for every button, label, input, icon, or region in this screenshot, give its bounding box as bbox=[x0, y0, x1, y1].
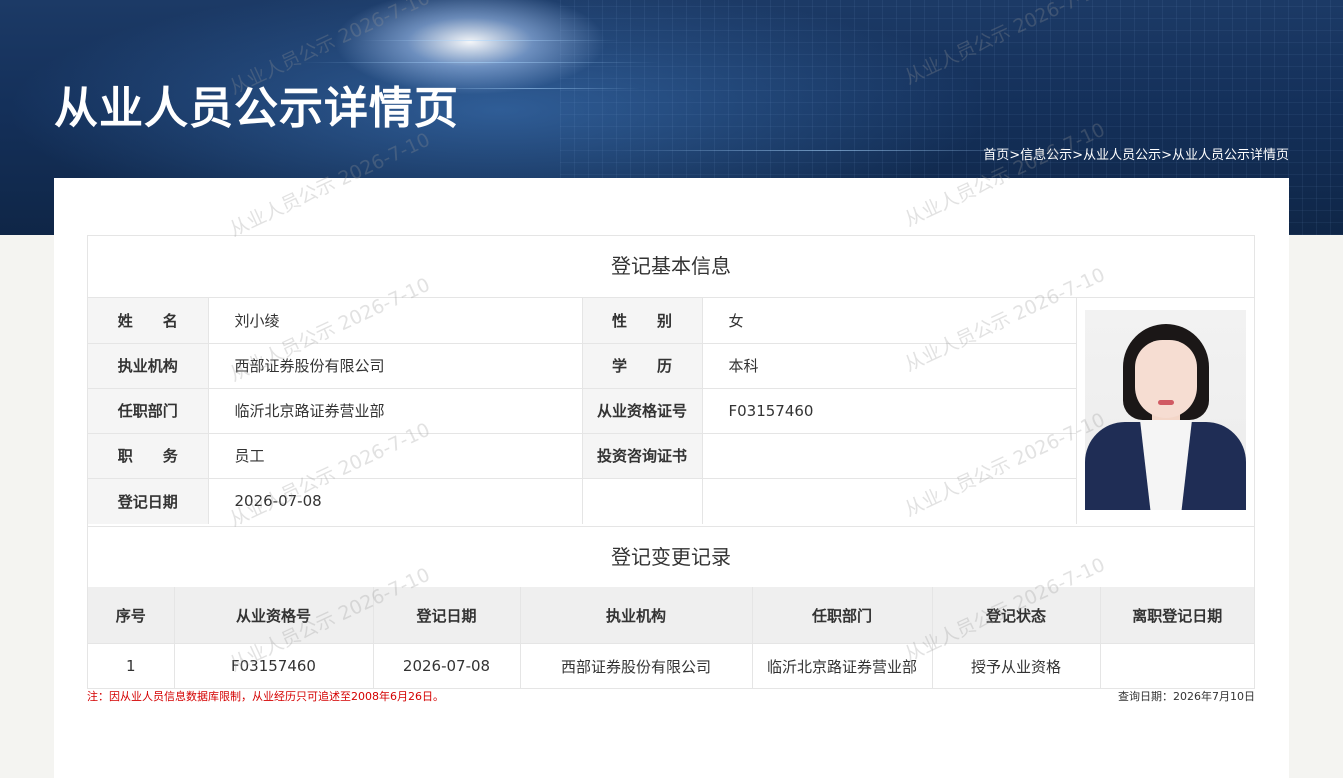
basic-info-row: 姓 名 刘小绫 性 别 女 bbox=[88, 298, 1077, 344]
column-header-institution: 执业机构 bbox=[520, 587, 753, 644]
photo-lips bbox=[1158, 400, 1174, 405]
value-institution: 西部证券股份有限公司 bbox=[208, 343, 583, 389]
basic-info-row: 登记日期 2026-07-08 bbox=[88, 478, 1077, 524]
label-advisory-certificate: 投资咨询证书 bbox=[582, 433, 703, 479]
banner-light-streak bbox=[300, 62, 660, 63]
empty-label-cell bbox=[582, 478, 703, 524]
basic-info-table: 姓 名 刘小绫 性 别 女 执业机构 西部证券股份有限公司 学 历 本科 任职部… bbox=[88, 298, 1077, 524]
cell-index: 1 bbox=[88, 643, 175, 688]
label-registration-date: 登记日期 bbox=[88, 478, 209, 524]
photo-cell bbox=[1076, 298, 1254, 526]
basic-info-row: 执业机构 西部证券股份有限公司 学 历 本科 bbox=[88, 343, 1077, 389]
column-header-department: 任职部门 bbox=[752, 587, 933, 644]
info-panel: 登记基本信息 姓 名 刘小绫 性 别 女 执业机构 西部证券股份有限公司 学 历… bbox=[87, 235, 1255, 689]
value-education: 本科 bbox=[702, 343, 1077, 389]
banner-light-streak bbox=[360, 40, 620, 41]
cell-registration-date: 2026-07-08 bbox=[373, 643, 521, 688]
basic-info-title: 登记基本信息 bbox=[88, 236, 1254, 298]
breadcrumb-practitioner-disclosure[interactable]: 从业人员公示 bbox=[1083, 148, 1161, 163]
value-name: 刘小绫 bbox=[208, 298, 583, 344]
query-date: 查询日期：2026年7月10日 bbox=[1118, 690, 1255, 703]
cell-leave-date bbox=[1100, 644, 1254, 689]
basic-info-row: 职 务 员工 投资咨询证书 bbox=[88, 433, 1077, 479]
cell-qualification-number: F03157460 bbox=[174, 643, 374, 688]
column-header-leave-date: 离职登记日期 bbox=[1100, 587, 1254, 644]
breadcrumb-current: 从业人员公示详情页 bbox=[1171, 148, 1289, 163]
column-header-index: 序号 bbox=[88, 587, 175, 644]
change-records-table: 序号 从业资格号 登记日期 执业机构 任职部门 登记状态 离职登记日期 1 F0… bbox=[88, 587, 1254, 688]
value-advisory-certificate bbox=[702, 433, 1077, 479]
breadcrumb: 首页>信息公示>从业人员公示>从业人员公示详情页 bbox=[983, 144, 1289, 163]
cell-institution: 西部证券股份有限公司 bbox=[520, 643, 753, 688]
history-limit-note: 注：因从业人员信息数据库限制，从业经历只可追述至2008年6月26日。 bbox=[87, 690, 444, 703]
table-header-row: 序号 从业资格号 登记日期 执业机构 任职部门 登记状态 离职登记日期 bbox=[88, 587, 1254, 644]
breadcrumb-home[interactable]: 首页 bbox=[983, 148, 1009, 163]
banner-light-streak bbox=[620, 150, 1040, 151]
column-header-qualification-number: 从业资格号 bbox=[174, 587, 374, 644]
label-education: 学 历 bbox=[582, 343, 703, 389]
label-qualification-number: 从业资格证号 bbox=[582, 388, 703, 434]
label-position: 职 务 bbox=[88, 433, 209, 479]
breadcrumb-separator: > bbox=[1072, 148, 1084, 163]
page-title: 从业人员公示详情页 bbox=[54, 83, 459, 134]
value-registration-date: 2026-07-08 bbox=[208, 478, 583, 524]
value-position: 员工 bbox=[208, 433, 583, 479]
basic-info-section: 姓 名 刘小绫 性 别 女 执业机构 西部证券股份有限公司 学 历 本科 任职部… bbox=[88, 298, 1254, 527]
empty-value-cell bbox=[702, 478, 1077, 524]
label-department: 任职部门 bbox=[88, 388, 209, 434]
value-qualification-number: F03157460 bbox=[702, 388, 1077, 434]
breadcrumb-separator: > bbox=[1009, 148, 1021, 163]
value-gender: 女 bbox=[702, 298, 1077, 344]
label-name: 姓 名 bbox=[88, 298, 209, 344]
column-header-registration-date: 登记日期 bbox=[373, 587, 521, 644]
label-institution: 执业机构 bbox=[88, 343, 209, 389]
table-row: 1 F03157460 2026-07-08 西部证券股份有限公司 临沂北京路证… bbox=[88, 643, 1254, 689]
cell-status: 授予从业资格 bbox=[932, 643, 1101, 688]
change-records-title: 登记变更记录 bbox=[611, 545, 731, 569]
column-header-status: 登记状态 bbox=[932, 587, 1101, 644]
basic-info-row: 任职部门 临沂北京路证券营业部 从业资格证号 F03157460 bbox=[88, 388, 1077, 434]
photo-face bbox=[1135, 340, 1197, 418]
breadcrumb-info-disclosure[interactable]: 信息公示 bbox=[1020, 148, 1072, 163]
label-gender: 性 别 bbox=[582, 298, 703, 344]
value-department: 临沂北京路证券营业部 bbox=[208, 388, 583, 434]
breadcrumb-separator: > bbox=[1161, 148, 1172, 163]
practitioner-photo bbox=[1085, 310, 1246, 510]
detail-card: 登记基本信息 姓 名 刘小绫 性 别 女 执业机构 西部证券股份有限公司 学 历… bbox=[54, 178, 1289, 778]
change-records-section: 序号 从业资格号 登记日期 执业机构 任职部门 登记状态 离职登记日期 1 F0… bbox=[88, 587, 1254, 688]
cell-department: 临沂北京路证券营业部 bbox=[752, 643, 933, 688]
